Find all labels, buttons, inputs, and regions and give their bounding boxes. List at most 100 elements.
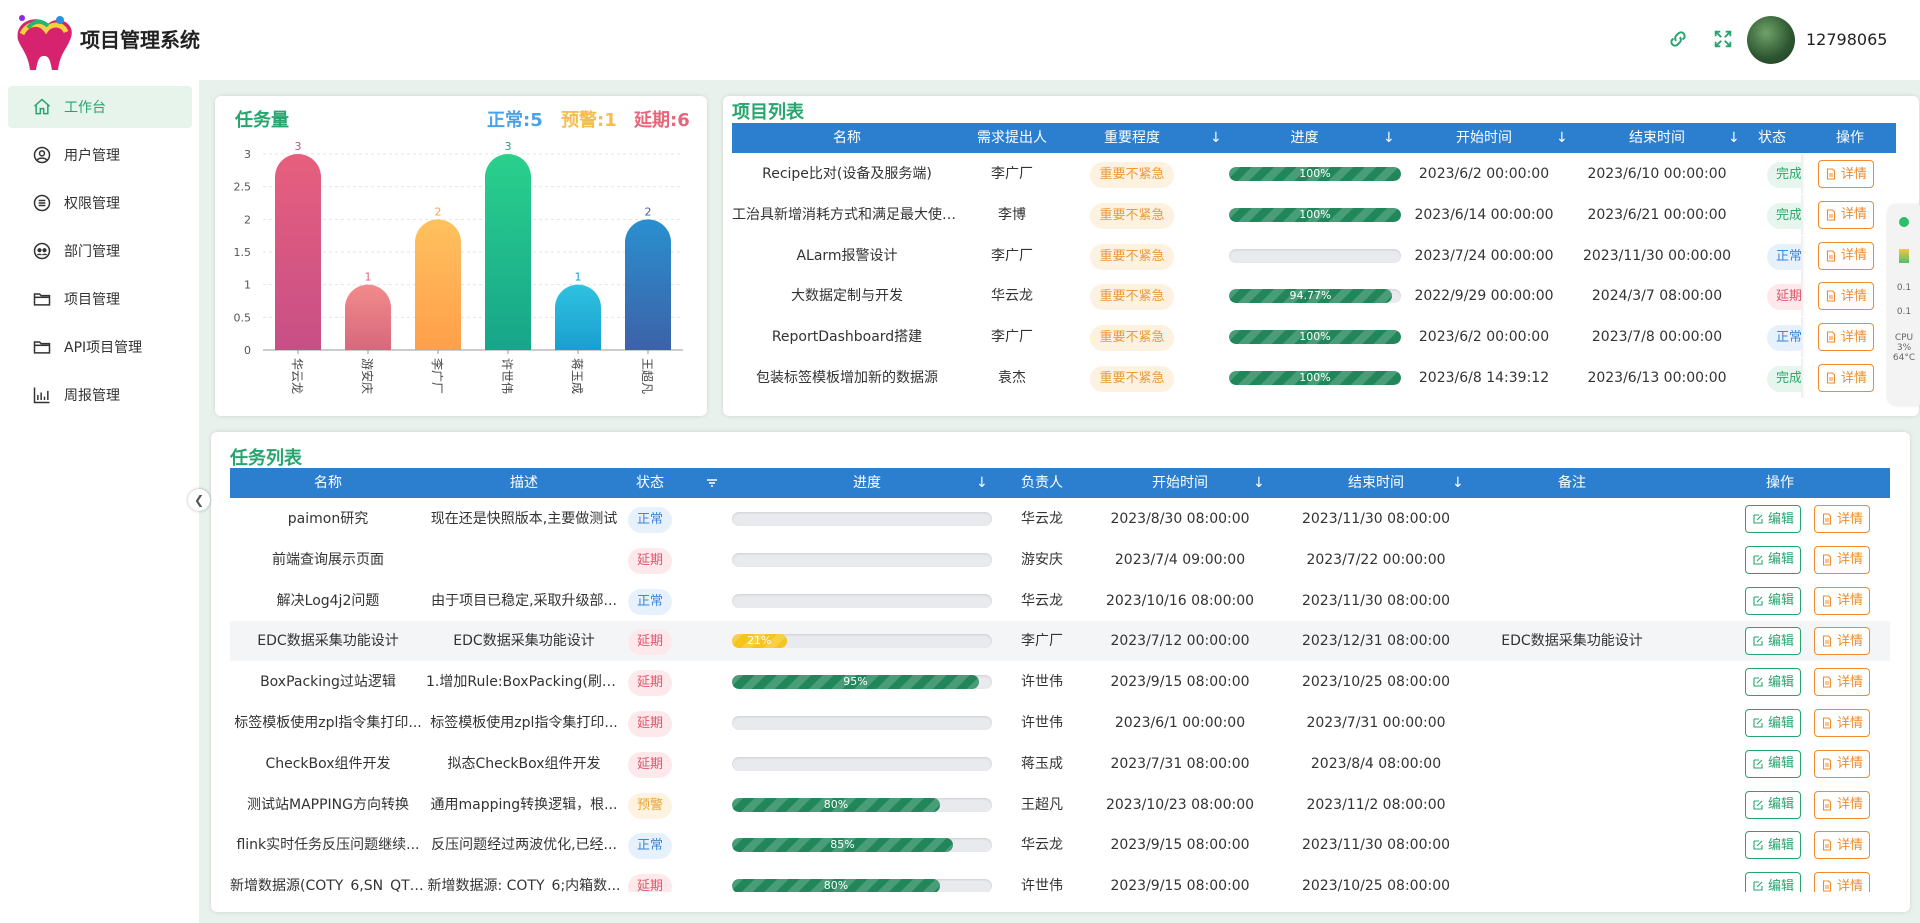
- sidebar-item-label: 项目管理: [64, 292, 120, 308]
- sort-arrow-icon[interactable]: ↓: [1728, 123, 1740, 153]
- sort-arrow-icon[interactable]: ↓: [1383, 123, 1395, 153]
- table-row: flink实时任务反压问题继续... 反压问题经过两波优化,已经... 正常 85% 华…: [230, 825, 1890, 865]
- edit-button[interactable]: 编辑: [1745, 668, 1802, 697]
- cell-owner: 华云龙: [1021, 592, 1063, 609]
- edit-icon: [1753, 840, 1763, 850]
- task-table-header: 名称 描述 状态 进度 ↓ 负责人 开始时间 ↓ 结束时间 ↓ 备注 操作: [230, 468, 1890, 498]
- edit-button[interactable]: 编辑: [1745, 586, 1802, 615]
- detail-button[interactable]: 详情: [1818, 241, 1875, 270]
- col-desc: 描述: [510, 475, 538, 491]
- progress-bar: 80%: [732, 879, 992, 892]
- detail-button[interactable]: 详情: [1818, 364, 1875, 392]
- detail-button[interactable]: 详情: [1814, 790, 1871, 819]
- system-monitor-widget[interactable]: 0.1 0.1 CPU 3% 64°C: [1888, 205, 1920, 405]
- detail-button[interactable]: 详情: [1814, 749, 1871, 778]
- edit-button-label: 编辑: [1768, 837, 1795, 853]
- cell-priority: 重要不紧急: [1067, 236, 1197, 276]
- col-priority[interactable]: 重要程度: [1067, 123, 1197, 153]
- sidebar-item-departments[interactable]: 部门管理: [8, 230, 192, 272]
- detail-button[interactable]: 详情: [1814, 545, 1871, 574]
- col-end[interactable]: 结束时间: [1577, 123, 1737, 153]
- cell-name: 新增数据源(COTY_6,SN_QTY...: [230, 878, 426, 892]
- y-tick-label: 0.5: [234, 311, 252, 324]
- col-start[interactable]: 开始时间: [1082, 468, 1278, 498]
- detail-button-label: 详情: [1837, 552, 1864, 568]
- cell-note: [1474, 744, 1670, 784]
- col-start[interactable]: 开始时间: [1404, 123, 1564, 153]
- cell-name: flink实时任务反压问题继续...: [236, 837, 420, 854]
- filter-icon[interactable]: [706, 468, 718, 498]
- sidebar-item-workbench[interactable]: 工作台: [8, 86, 192, 128]
- detail-button[interactable]: 详情: [1814, 668, 1871, 697]
- edit-button[interactable]: 编辑: [1745, 872, 1802, 892]
- document-icon: [1822, 799, 1832, 811]
- chart-bar[interactable]: [485, 154, 531, 350]
- chart-bar[interactable]: [275, 154, 321, 350]
- sort-arrow-icon[interactable]: ↓: [1210, 123, 1222, 153]
- sidebar-item-permissions[interactable]: 权限管理: [8, 182, 192, 224]
- edit-button-label: 编辑: [1768, 715, 1795, 731]
- cell-start: 2023/7/12 00:00:00: [1110, 633, 1250, 650]
- col-end[interactable]: 结束时间: [1278, 468, 1474, 498]
- sort-arrow-icon[interactable]: ↓: [1452, 468, 1464, 498]
- detail-button[interactable]: 详情: [1818, 200, 1875, 229]
- edit-button[interactable]: 编辑: [1745, 749, 1802, 778]
- cell-requester: 李广厂: [991, 166, 1033, 182]
- project-table-header: 名称 需求提出人 重要程度 ↓ 进度 ↓ 开始时间 ↓ 结束时间 ↓ 状态 操作: [732, 123, 1896, 153]
- sort-arrow-icon[interactable]: ↓: [1556, 123, 1568, 153]
- detail-button-label: 详情: [1837, 674, 1864, 690]
- sidebar-item-weekly-reports[interactable]: 周报管理: [8, 374, 192, 416]
- sidebar-collapse-button[interactable]: ❮: [188, 489, 210, 511]
- detail-button[interactable]: 详情: [1814, 831, 1871, 860]
- edit-button[interactable]: 编辑: [1745, 790, 1802, 819]
- chart-bar[interactable]: [625, 219, 671, 350]
- sidebar-item-api-projects[interactable]: API项目管理: [8, 326, 192, 368]
- document-icon: [1826, 250, 1836, 262]
- col-progress[interactable]: 进度: [1232, 123, 1377, 153]
- cell-status: 正常: [622, 499, 678, 539]
- detail-button[interactable]: 详情: [1814, 627, 1871, 656]
- edit-button[interactable]: 编辑: [1745, 505, 1802, 533]
- detail-button[interactable]: 详情: [1818, 323, 1875, 352]
- chart-bar[interactable]: [555, 284, 601, 350]
- cell-end: 2023/6/21 00:00:00: [1587, 206, 1727, 223]
- cell-status: 正常: [622, 581, 678, 621]
- username[interactable]: 12798065: [1806, 30, 1887, 49]
- col-progress[interactable]: 进度: [732, 468, 1002, 498]
- bar-value-label: 2: [645, 205, 652, 218]
- link-icon[interactable]: [1667, 28, 1689, 50]
- cell-start: 2023/7/4 09:00:00: [1114, 551, 1246, 568]
- table-row: ReportDashboard搭建 李广厂 重要不紧急 100% 2023/6/2 00…: [732, 317, 1896, 358]
- sort-arrow-icon[interactable]: ↓: [976, 468, 988, 498]
- detail-button[interactable]: 详情: [1818, 160, 1875, 188]
- detail-button[interactable]: 详情: [1814, 872, 1871, 892]
- edit-button-label: 编辑: [1768, 797, 1795, 813]
- sort-arrow-icon[interactable]: ↓: [1253, 468, 1265, 498]
- progress-bar: [732, 512, 992, 526]
- status-badge: 完成: [1767, 162, 1801, 188]
- fullscreen-icon[interactable]: [1712, 28, 1734, 50]
- chart-bar[interactable]: [415, 219, 461, 350]
- sidebar-item-users[interactable]: 用户管理: [8, 134, 192, 176]
- edit-button[interactable]: 编辑: [1745, 709, 1802, 737]
- chart-bar[interactable]: [345, 284, 391, 350]
- sidebar-item-projects[interactable]: 项目管理: [8, 278, 192, 320]
- chevron-left-icon: ❮: [193, 493, 205, 507]
- detail-button[interactable]: 详情: [1814, 505, 1871, 533]
- detail-button[interactable]: 详情: [1818, 282, 1875, 311]
- cell-status: 正常: [1767, 317, 1801, 357]
- avatar[interactable]: [1747, 16, 1795, 64]
- document-icon: [1826, 331, 1836, 343]
- detail-button[interactable]: 详情: [1814, 709, 1871, 737]
- status-badge: 完成: [1767, 366, 1801, 392]
- edit-button[interactable]: 编辑: [1745, 545, 1802, 574]
- bar-value-label: 3: [295, 140, 302, 153]
- cell-desc: 现在还是快照版本,主要做测试: [430, 511, 618, 527]
- edit-button[interactable]: 编辑: [1745, 831, 1802, 860]
- status-badge: 延期: [627, 629, 672, 656]
- progress-bar: 100%: [1229, 330, 1401, 345]
- cell-desc: 新增数据源: COTY_6;内箱数...: [427, 878, 621, 892]
- edit-button[interactable]: 编辑: [1745, 627, 1802, 656]
- detail-button[interactable]: 详情: [1814, 586, 1871, 615]
- table-row: BoxPacking过站逻辑 1.增加Rule:BoxPacking(刷入... 延…: [230, 662, 1890, 702]
